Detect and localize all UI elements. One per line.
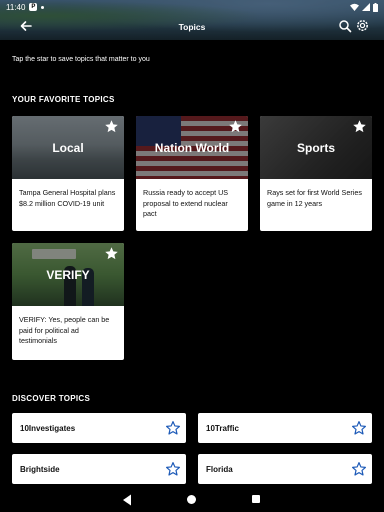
star-filled-icon[interactable] xyxy=(104,246,119,261)
discover-topic-card-florida[interactable]: Florida xyxy=(198,454,372,484)
star-outline-icon[interactable] xyxy=(165,420,181,436)
app-header: Topics xyxy=(0,14,384,40)
topic-name: 10Traffic xyxy=(206,423,239,433)
nav-home-icon[interactable] xyxy=(187,495,196,504)
gear-icon[interactable] xyxy=(355,18,370,33)
system-navigation-bar xyxy=(0,488,384,512)
status-bar: 11:40 P xyxy=(0,0,384,14)
instruction-text: Tap the star to save topics that matter … xyxy=(12,56,150,63)
search-icon[interactable] xyxy=(338,19,352,33)
topic-headline[interactable]: VERIFY: Yes, people can be paid for poli… xyxy=(12,306,124,356)
signal-icon xyxy=(362,3,370,11)
discover-topic-card-brightside[interactable]: Brightside xyxy=(12,454,186,484)
topic-name: Florida xyxy=(206,464,233,474)
star-filled-icon[interactable] xyxy=(352,119,367,134)
favorite-topic-card-verify[interactable]: VERIFY VERIFY: Yes, people can be paid f… xyxy=(12,243,124,360)
topic-headline[interactable]: Tampa General Hospital plans $8.2 millio… xyxy=(12,179,124,218)
favorite-topic-card-local[interactable]: Local Tampa General Hospital plans $8.2 … xyxy=(12,116,124,231)
nav-recents-icon[interactable] xyxy=(252,495,260,503)
star-filled-icon[interactable] xyxy=(104,119,119,134)
topic-name: Brightside xyxy=(20,464,60,474)
page-title: Topics xyxy=(178,22,206,32)
star-outline-icon[interactable] xyxy=(351,461,367,477)
topic-name: 10Investigates xyxy=(20,423,76,433)
notification-dot-icon xyxy=(41,5,45,9)
star-outline-icon[interactable] xyxy=(351,420,367,436)
battery-icon xyxy=(373,2,378,12)
discover-topic-card-10traffic[interactable]: 10Traffic xyxy=(198,413,372,443)
topic-headline[interactable]: Russia ready to accept US proposal to ex… xyxy=(136,179,248,229)
topic-name: Nation World xyxy=(154,140,230,155)
star-filled-icon[interactable] xyxy=(228,119,243,134)
discover-topic-card-10investigates[interactable]: 10Investigates xyxy=(12,413,186,443)
topic-headline[interactable]: Rays set for first World Series game in … xyxy=(260,179,372,218)
favorite-topic-card-sports[interactable]: Sports Rays set for first World Series g… xyxy=(260,116,372,231)
discover-section-title: DISCOVER TOPICS xyxy=(12,394,91,403)
nav-back-icon[interactable] xyxy=(122,494,132,506)
topic-name: VERIFY xyxy=(46,267,90,282)
star-outline-icon[interactable] xyxy=(165,461,181,477)
app-notification-icon: P xyxy=(29,3,38,11)
wifi-icon xyxy=(350,3,359,11)
favorites-section-title: YOUR FAVORITE TOPICS xyxy=(12,95,115,104)
favorite-topic-card-nation-world[interactable]: Nation World Russia ready to accept US p… xyxy=(136,116,248,231)
topic-name: Sports xyxy=(296,140,335,155)
status-time: 11:40 xyxy=(6,2,26,12)
topic-name: Local xyxy=(52,140,84,155)
